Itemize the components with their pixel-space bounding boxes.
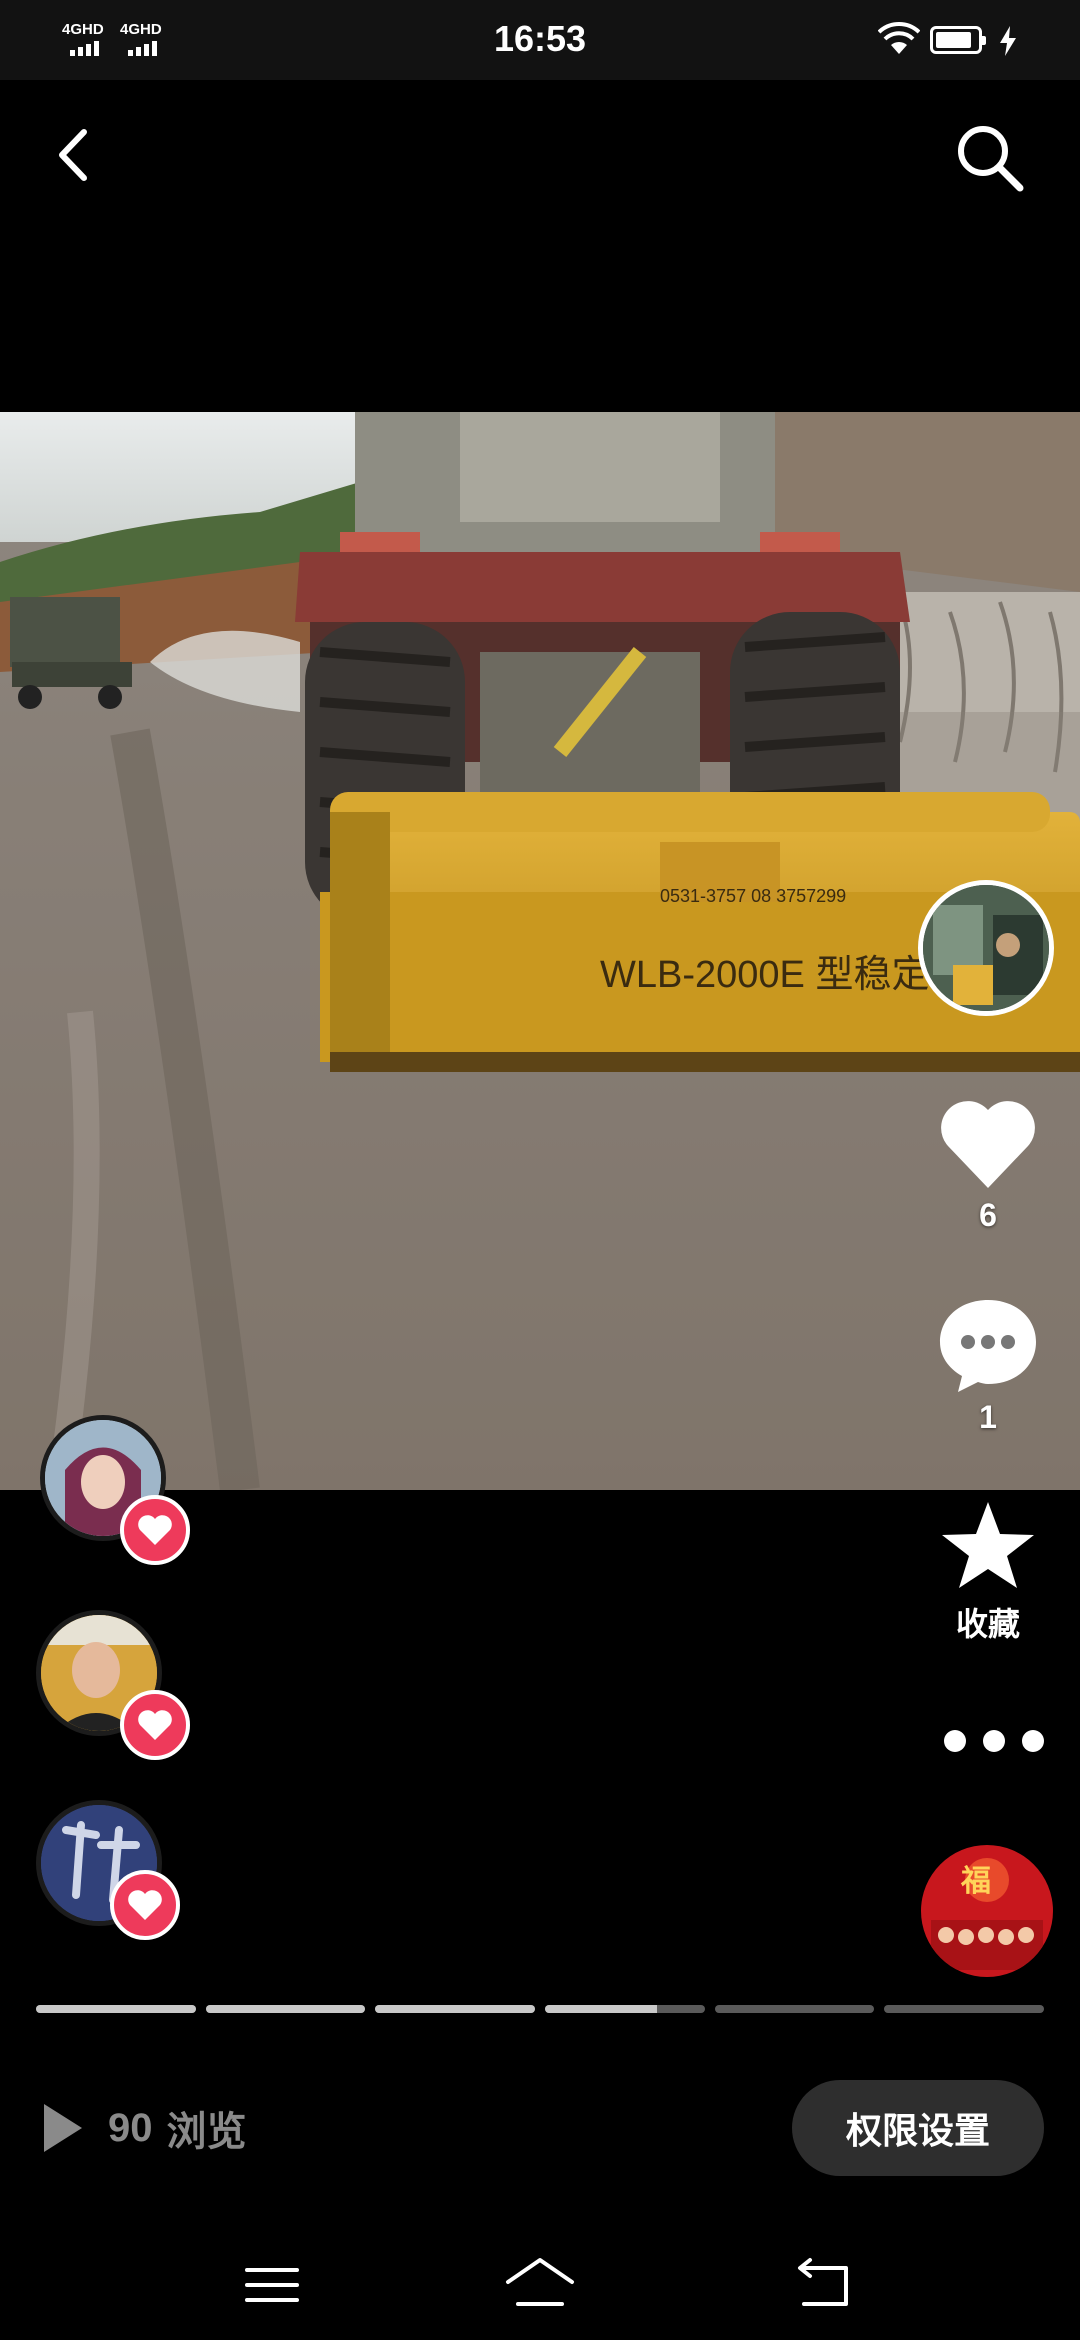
view-count-label: 浏览 <box>166 2110 247 2154</box>
permission-settings-button[interactable]: 权限设置 <box>792 2080 1044 2176</box>
view-count: 90 浏览 <box>44 2100 247 2156</box>
search-button[interactable] <box>950 118 1028 196</box>
view-count-number: 90 <box>108 2105 153 2150</box>
like-badge <box>120 1495 190 1565</box>
comment-count: 1 <box>979 1399 997 1435</box>
comment-bubble-icon <box>940 1300 1036 1392</box>
story-progress <box>36 2005 1045 2013</box>
menu-nav-button[interactable] <box>232 2250 312 2320</box>
progress-segment <box>545 2005 705 2013</box>
progress-segment <box>36 2005 196 2013</box>
svg-text:福: 福 <box>960 1865 991 1898</box>
star-icon <box>942 1502 1034 1588</box>
like-count: 6 <box>979 1197 997 1233</box>
back-icon <box>798 2258 848 2306</box>
menu-icon <box>245 2268 299 2302</box>
more-options-button[interactable] <box>944 1730 1044 1754</box>
system-nav-bar <box>0 2230 1080 2340</box>
heart-icon <box>941 1101 1035 1188</box>
like-button[interactable]: 6 <box>918 1098 1058 1234</box>
home-nav-button[interactable] <box>500 2250 580 2320</box>
serial-text: 0531-3757 08 3757299 <box>660 886 846 906</box>
dot-icon <box>944 1730 966 1752</box>
heart-icon <box>138 1515 172 1545</box>
favorite-button[interactable]: 收藏 <box>918 1500 1058 1645</box>
search-icon <box>958 126 1024 192</box>
status-bar: 4GHD 4GHD 16:53 <box>0 0 1080 80</box>
author-avatar-image <box>923 885 1049 1011</box>
progress-segment <box>714 2005 875 2013</box>
back-button[interactable] <box>48 120 108 190</box>
play-icon <box>44 2104 82 2152</box>
like-badge <box>120 1690 190 1760</box>
author-avatar[interactable] <box>918 880 1054 1016</box>
progress-segment <box>884 2005 1045 2013</box>
charging-bolt-icon <box>1000 26 1016 56</box>
heart-icon <box>128 1890 162 1920</box>
music-disc[interactable]: 福 <box>921 1845 1053 1977</box>
progress-segment <box>205 2005 366 2013</box>
wifi-icon <box>878 22 920 54</box>
home-icon <box>506 2258 574 2306</box>
favorite-label: 收藏 <box>955 1606 1020 1642</box>
chevron-left-icon <box>59 129 87 181</box>
like-badge <box>110 1870 180 1940</box>
heart-icon <box>138 1710 172 1740</box>
battery-icon <box>930 26 986 54</box>
back-nav-button[interactable] <box>784 2250 864 2320</box>
fortune-poster-image: 福 <box>921 1845 1053 1977</box>
dot-icon <box>1022 1730 1044 1752</box>
progress-segment <box>375 2005 536 2013</box>
comment-button[interactable]: 1 <box>918 1298 1058 1436</box>
dot-icon <box>983 1730 1005 1752</box>
